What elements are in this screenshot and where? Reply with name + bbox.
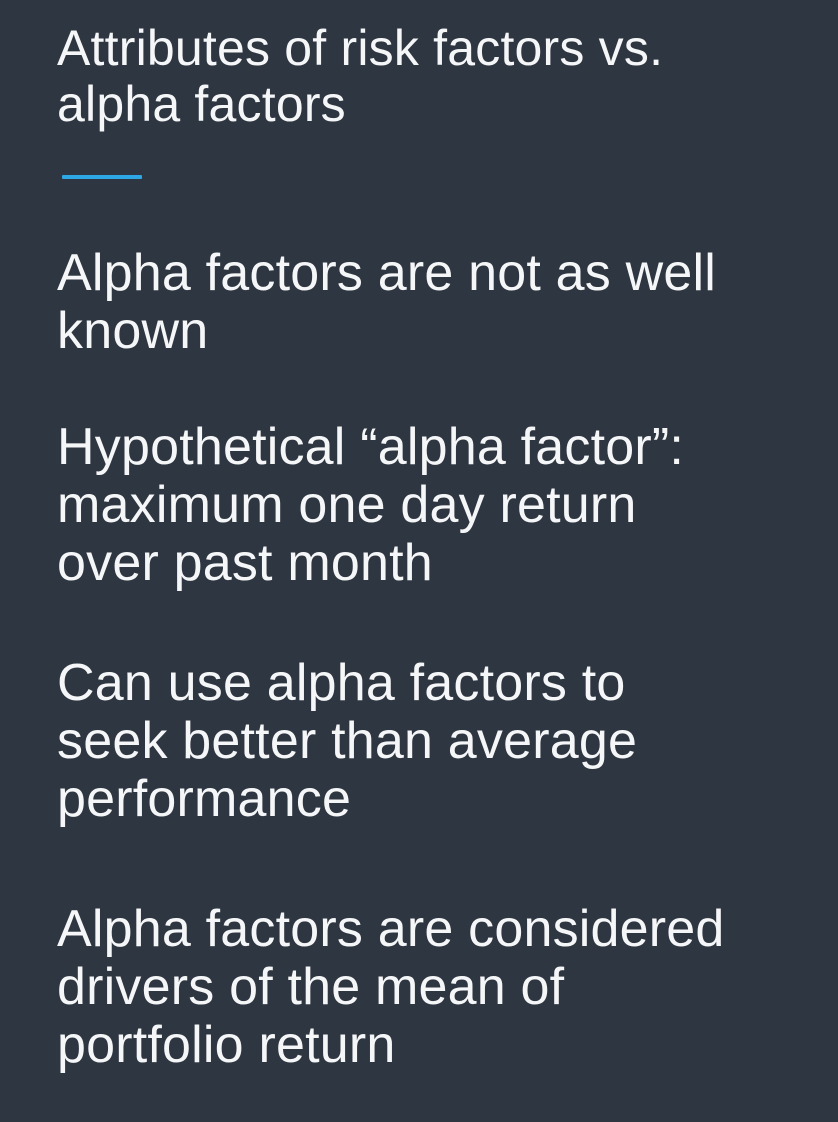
bullet-point-seek-better-performance: Can use alpha factors to seek better tha…	[57, 654, 638, 828]
title-accent-rule	[62, 175, 142, 179]
slide-title: Attributes of risk factors vs. alpha fac…	[57, 20, 664, 132]
slide: Attributes of risk factors vs. alpha fac…	[0, 0, 838, 1122]
bullet-point-hypothetical-alpha-factor: Hypothetical “alpha factor”: maximum one…	[57, 418, 685, 592]
bullet-point-alpha-not-well-known: Alpha factors are not as well known	[57, 244, 717, 360]
bullet-point-drivers-of-mean-return: Alpha factors are considered drivers of …	[57, 900, 725, 1074]
